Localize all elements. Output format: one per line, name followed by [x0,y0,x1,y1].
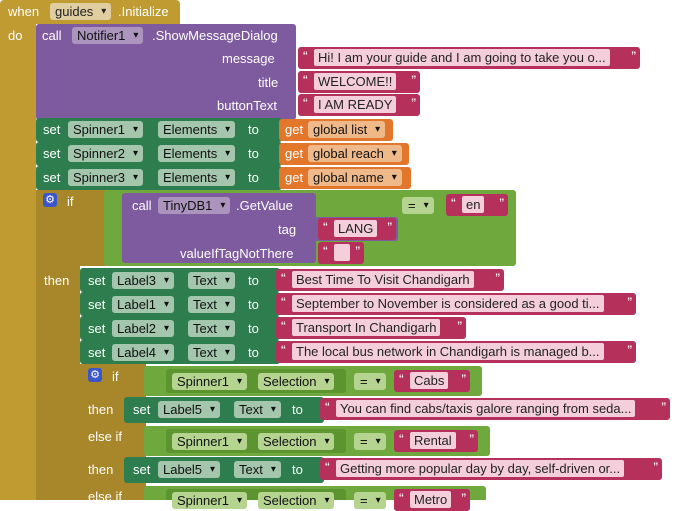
metro-string[interactable]: Metro [394,489,470,511]
if-block-body [36,266,80,500]
set-keyword: set [88,345,106,360]
tag-string[interactable]: LANG [318,218,396,240]
to-keyword: to [248,345,259,360]
to-keyword: to [248,273,259,288]
spinner1-selection-dropdown[interactable]: Spinner1 [172,492,248,509]
when-keyword: when [8,4,40,19]
inner-mutator-gear-icon[interactable]: ⚙ [88,368,102,382]
set-keyword: set [133,462,151,477]
event-block-body [0,24,36,500]
spinner3-dropdown[interactable]: Spinner3 [68,169,144,186]
selection-prop-dropdown[interactable]: Selection [258,433,335,450]
do-keyword: do [8,28,23,43]
title-string[interactable]: WELCOME!! [298,71,420,93]
buttontext-string[interactable]: I AM READY [298,94,420,116]
set-keyword: set [43,122,61,137]
to-keyword: to [248,122,259,137]
label1-prop-dropdown[interactable]: Text [188,296,235,313]
spinner3-prop-dropdown[interactable]: Elements [158,169,236,186]
vitn-param-label: valueIfTagNotThere [180,246,294,261]
spinner1-selection-dropdown[interactable]: Spinner1 [172,373,248,390]
label4-dropdown[interactable]: Label4 [112,344,175,361]
label4-prop-dropdown[interactable]: Text [188,344,235,361]
then-keyword: then [44,273,70,288]
to-keyword: to [292,402,303,417]
set-keyword: set [133,402,151,417]
to-keyword: to [248,170,259,185]
set-keyword: set [88,273,106,288]
set-keyword: set [43,170,61,185]
global-name-dropdown[interactable]: global name [308,169,402,186]
tinydb-method: .GetValue [236,198,293,213]
equals-operator-dropdown[interactable]: = [354,433,386,450]
message-param-label: message [222,51,275,66]
label3-prop-dropdown[interactable]: Text [188,272,235,289]
then-keyword: then [88,462,114,477]
set-keyword: set [88,297,106,312]
tag-param-label: tag [278,222,297,237]
get-keyword: get [285,122,304,137]
label5-prop-dropdown[interactable]: Text [234,461,281,478]
label1-text-string[interactable]: September to November is considered as a… [276,293,636,315]
label1-dropdown[interactable]: Label1 [112,296,175,313]
to-keyword: to [248,146,259,161]
mutator-gear-icon[interactable]: ⚙ [43,193,57,207]
rental-text-string[interactable]: Getting more popular day by day, self-dr… [320,458,662,480]
cabs-text-string[interactable]: You can find cabs/taxis galore ranging f… [320,398,670,420]
message-string[interactable]: Hi! I am your guide and I am going to ta… [298,47,640,69]
selection-prop-dropdown[interactable]: Selection [258,492,335,509]
cabs-string[interactable]: Cabs [394,370,470,392]
if-keyword: if [112,369,119,384]
spinner1-dropdown[interactable]: Spinner1 [68,121,144,138]
label3-text-string[interactable]: Best Time To Visit Chandigarh [276,269,504,291]
spinner2-prop-dropdown[interactable]: Elements [158,145,236,162]
equals-operator-dropdown[interactable]: = [354,373,386,390]
empty-string[interactable] [318,242,364,264]
set-keyword: set [43,146,61,161]
spinner2-dropdown[interactable]: Spinner2 [68,145,144,162]
to-keyword: to [248,297,259,312]
if-keyword: if [67,194,74,209]
else-if-keyword: else if [88,489,122,504]
label5-prop-dropdown[interactable]: Text [234,401,281,418]
notifier-method: .ShowMessageDialog [152,28,278,43]
tinydb-component-dropdown[interactable]: TinyDB1 [158,197,231,214]
spinner1-selection-dropdown[interactable]: Spinner1 [172,433,248,450]
label5-dropdown[interactable]: Label5 [158,461,221,478]
call-keyword: call [132,198,152,213]
else-if-keyword: else if [88,429,122,444]
label2-text-string[interactable]: Transport In Chandigarh [276,317,466,339]
get-keyword: get [285,146,304,161]
notifier-component-dropdown[interactable]: Notifier1 [72,27,144,44]
label2-dropdown[interactable]: Label2 [112,320,175,337]
buttontext-param-label: buttonText [217,98,277,113]
get-keyword: get [285,170,304,185]
label5-dropdown[interactable]: Label5 [158,401,221,418]
call-keyword: call [42,28,62,43]
event-component-dropdown[interactable]: guides [50,3,112,20]
label3-dropdown[interactable]: Label3 [112,272,175,289]
spinner1-prop-dropdown[interactable]: Elements [158,121,236,138]
to-keyword: to [292,462,303,477]
selection-prop-dropdown[interactable]: Selection [258,373,335,390]
equals-operator-dropdown[interactable]: = [402,197,434,214]
label4-text-string[interactable]: The local bus network in Chandigarh is m… [276,341,636,363]
set-keyword: set [88,321,106,336]
event-name: .Initialize [118,4,169,19]
to-keyword: to [248,321,259,336]
global-reach-dropdown[interactable]: global reach [308,145,402,162]
label2-prop-dropdown[interactable]: Text [188,320,235,337]
then-keyword: then [88,402,114,417]
en-string[interactable]: en [446,194,508,216]
rental-string[interactable]: Rental [394,430,478,452]
title-param-label: title [258,75,279,90]
equals-operator-dropdown[interactable]: = [354,492,386,509]
global-list-dropdown[interactable]: global list [308,121,386,138]
